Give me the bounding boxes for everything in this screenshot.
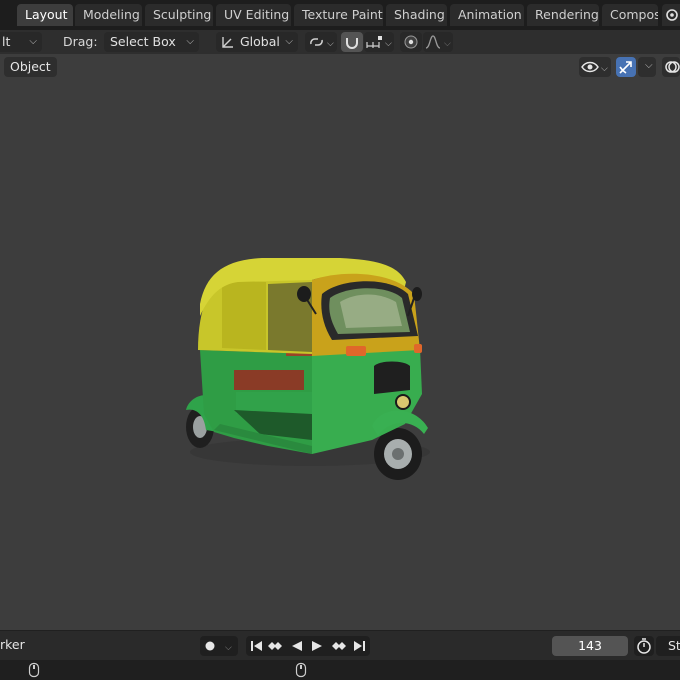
marker-menu[interactable]: rker <box>0 637 25 652</box>
workspace-tab-bar: Layout Modeling Sculpting UV Editing Tex… <box>0 0 680 30</box>
tab-label: Rendering <box>535 7 599 22</box>
svg-text:⌵: ⌵ <box>385 39 392 49</box>
tab-label: Animation <box>458 7 522 22</box>
previous-keyframe-icon[interactable] <box>268 642 282 650</box>
chevron-down-icon: ⌵ <box>645 60 653 71</box>
stopwatch-icon <box>637 638 651 654</box>
current-frame-value: 143 <box>578 638 602 653</box>
play-icon[interactable] <box>312 641 322 651</box>
playback-stopwatch[interactable] <box>634 636 654 656</box>
orientation-value: Global <box>240 34 280 49</box>
interaction-mode-button[interactable]: Object <box>4 57 57 77</box>
svg-text:⌵: ⌵ <box>601 64 608 74</box>
falloff-dropdown[interactable]: ⌵ <box>423 32 453 52</box>
transform-orientation-dropdown[interactable]: Global ⌵ <box>216 32 298 52</box>
tab-label: Modeling <box>83 7 140 22</box>
tab-sculpting[interactable]: Sculpting <box>145 4 213 26</box>
timeline-header: rker ⌵ 143 St <box>0 630 680 661</box>
gizmo-arrow-icon <box>619 61 632 74</box>
tab-label: Texture Paint <box>302 7 383 22</box>
tab-label: Shading <box>394 7 445 22</box>
magnet-icon <box>346 38 358 49</box>
scene-icon <box>666 9 678 21</box>
tab-uv-editing[interactable]: UV Editing <box>216 4 291 26</box>
tab-label: Layout <box>25 7 68 22</box>
mode-value: lt <box>2 34 11 49</box>
record-icon: ⌵ <box>205 641 232 653</box>
overlay-circles-icon <box>665 61 680 73</box>
pivot-point-dropdown[interactable]: ⌵ <box>305 32 337 52</box>
auto-rickshaw-model <box>186 258 430 480</box>
chevron-down-icon: ⌵ <box>285 36 293 47</box>
scene-selector[interactable] <box>662 4 680 26</box>
tab-rendering[interactable]: Rendering <box>527 4 599 26</box>
snap-toggle[interactable] <box>341 32 363 52</box>
svg-text:⌵: ⌵ <box>225 643 232 653</box>
tab-compositing[interactable]: Compos <box>602 4 658 26</box>
proportional-edit-toggle[interactable] <box>400 32 422 52</box>
play-reverse-icon[interactable] <box>292 641 302 651</box>
overlay-toggle[interactable] <box>662 57 680 77</box>
jump-end-icon[interactable] <box>354 641 365 651</box>
gizmo-toggle[interactable] <box>616 57 636 77</box>
orientation-axis-icon <box>222 37 233 48</box>
tab-label: Sculpting <box>153 7 212 22</box>
mode-label: Object <box>10 59 51 74</box>
eye-icon: ⌵ <box>581 61 608 74</box>
chevron-down-icon: ⌵ <box>29 36 37 47</box>
tab-modeling[interactable]: Modeling <box>75 4 142 26</box>
snap-increment-icon: ⌵ <box>366 36 392 49</box>
tab-label: Compos <box>610 7 658 22</box>
drag-label: Drag: <box>63 34 98 49</box>
current-frame-field[interactable]: 143 <box>552 636 628 656</box>
chevron-down-icon: ⌵ <box>186 36 194 47</box>
start-frame-label: St <box>668 638 680 653</box>
mouse-middle-icon <box>295 662 307 678</box>
link-icon: ⌵ <box>310 38 334 49</box>
mouse-left-icon <box>28 662 40 678</box>
tab-layout[interactable]: Layout <box>17 4 73 26</box>
playback-controls <box>246 636 370 656</box>
drag-select-dropdown[interactable]: Select Box ⌵ <box>104 32 199 52</box>
tab-label: UV Editing <box>224 7 290 22</box>
proportional-circle-icon <box>404 35 418 49</box>
svg-text:⌵: ⌵ <box>327 39 334 49</box>
status-bar <box>0 660 680 680</box>
falloff-curve-icon: ⌵ <box>425 35 451 49</box>
jump-start-icon[interactable] <box>251 641 262 651</box>
tab-shading[interactable]: Shading <box>386 4 447 26</box>
svg-text:⌵: ⌵ <box>444 39 451 49</box>
drag-value: Select Box <box>110 34 176 49</box>
tool-header: lt ⌵ Drag: Select Box ⌵ Global ⌵ ⌵ ⌵ ⌵ <box>0 30 680 54</box>
auto-keying-toggle[interactable]: ⌵ <box>200 636 238 656</box>
next-keyframe-icon[interactable] <box>332 642 346 650</box>
gizmo-dropdown[interactable]: ⌵ <box>638 57 656 77</box>
visibility-dropdown[interactable]: ⌵ <box>579 57 611 77</box>
3d-viewport[interactable] <box>0 54 680 630</box>
tab-animation[interactable]: Animation <box>450 4 524 26</box>
tab-texture-paint[interactable]: Texture Paint <box>294 4 383 26</box>
start-frame-field[interactable]: St <box>656 636 680 656</box>
snap-target-dropdown[interactable]: ⌵ <box>364 32 394 52</box>
mode-dropdown[interactable]: lt ⌵ <box>0 32 42 52</box>
